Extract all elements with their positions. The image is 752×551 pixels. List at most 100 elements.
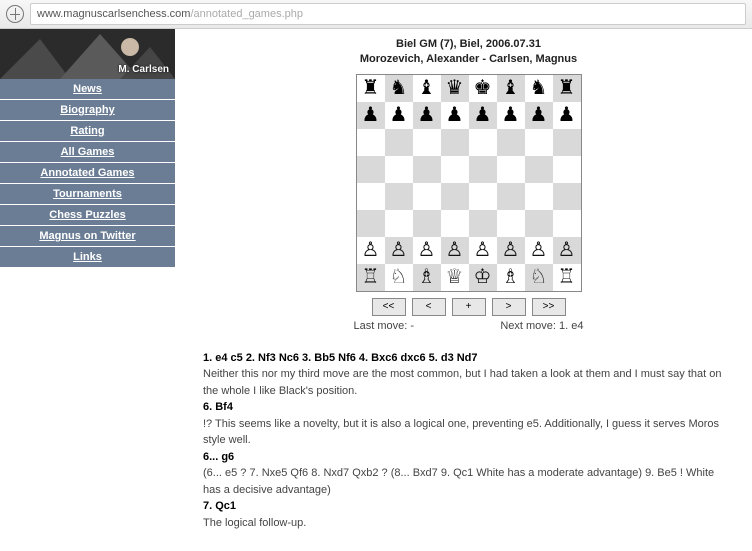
square-c4[interactable]	[413, 183, 441, 210]
square-g8[interactable]: ♞	[525, 74, 553, 102]
flip-board-button[interactable]: +	[452, 298, 486, 316]
square-h3[interactable]	[553, 210, 582, 237]
piece: ♙	[502, 239, 520, 261]
chess-board: ♜♞♝♛♚♝♞♜♟♟♟♟♟♟♟♟♙♙♙♙♙♙♙♙♖♘♗♕♔♗♘♖	[356, 74, 582, 292]
header-banner: M. Carlsen	[0, 29, 175, 79]
square-a8[interactable]: ♜	[356, 74, 385, 102]
square-f8[interactable]: ♝	[497, 74, 525, 102]
piece: ♙	[390, 239, 408, 261]
nav-item-annotated-games[interactable]: Annotated Games	[0, 163, 175, 184]
square-f3[interactable]	[497, 210, 525, 237]
next-move-button[interactable]: >	[492, 298, 526, 316]
piece: ♘	[530, 266, 548, 288]
square-e7[interactable]: ♟	[469, 102, 497, 129]
square-c7[interactable]: ♟	[413, 102, 441, 129]
square-d7[interactable]: ♟	[441, 102, 469, 129]
nav-item-tournaments[interactable]: Tournaments	[0, 184, 175, 205]
square-g5[interactable]	[525, 156, 553, 183]
square-f1[interactable]: ♗	[497, 264, 525, 292]
square-g7[interactable]: ♟	[525, 102, 553, 129]
square-a1[interactable]: ♖	[356, 264, 385, 292]
square-h5[interactable]	[553, 156, 582, 183]
url-host: www.magnuscarlsenchess.com	[37, 8, 190, 20]
square-e1[interactable]: ♔	[469, 264, 497, 292]
square-b7[interactable]: ♟	[385, 102, 413, 129]
square-h1[interactable]: ♖	[553, 264, 582, 292]
square-b5[interactable]	[385, 156, 413, 183]
nav-item-rating[interactable]: Rating	[0, 121, 175, 142]
square-d1[interactable]: ♕	[441, 264, 469, 292]
square-e3[interactable]	[469, 210, 497, 237]
square-d8[interactable]: ♛	[441, 74, 469, 102]
square-g6[interactable]	[525, 129, 553, 156]
square-c2[interactable]: ♙	[413, 237, 441, 264]
square-h8[interactable]: ♜	[553, 74, 582, 102]
square-e4[interactable]	[469, 183, 497, 210]
nav-item-news[interactable]: News	[0, 79, 175, 100]
comment-4: The logical follow-up.	[203, 515, 734, 532]
square-b6[interactable]	[385, 129, 413, 156]
square-a5[interactable]	[356, 156, 385, 183]
square-g3[interactable]	[525, 210, 553, 237]
square-a4[interactable]	[356, 183, 385, 210]
square-e2[interactable]: ♙	[469, 237, 497, 264]
square-h6[interactable]	[553, 129, 582, 156]
square-b4[interactable]	[385, 183, 413, 210]
nav-item-biography[interactable]: Biography	[0, 100, 175, 121]
first-move-button[interactable]: <<	[372, 298, 406, 316]
square-a6[interactable]	[356, 129, 385, 156]
piece: ♜	[558, 77, 576, 99]
nav-item-chess-puzzles[interactable]: Chess Puzzles	[0, 205, 175, 226]
square-h4[interactable]	[553, 183, 582, 210]
square-c5[interactable]	[413, 156, 441, 183]
square-h7[interactable]: ♟	[553, 102, 582, 129]
square-g4[interactable]	[525, 183, 553, 210]
next-move: Next move: 1. e4	[500, 320, 583, 332]
url-path: /annotated_games.php	[190, 8, 303, 20]
square-b8[interactable]: ♞	[385, 74, 413, 102]
square-e8[interactable]: ♚	[469, 74, 497, 102]
square-c1[interactable]: ♗	[413, 264, 441, 292]
square-e6[interactable]	[469, 129, 497, 156]
square-d6[interactable]	[441, 129, 469, 156]
square-c6[interactable]	[413, 129, 441, 156]
square-c8[interactable]: ♝	[413, 74, 441, 102]
square-d2[interactable]: ♙	[441, 237, 469, 264]
piece: ♙	[446, 239, 464, 261]
square-a3[interactable]	[356, 210, 385, 237]
game-header: Biel GM (7), Biel, 2006.07.31 Morozevich…	[203, 37, 734, 68]
square-c3[interactable]	[413, 210, 441, 237]
square-f7[interactable]: ♟	[497, 102, 525, 129]
nav-item-links[interactable]: Links	[0, 247, 175, 268]
board-controls: << < + > >>	[372, 298, 566, 316]
square-f5[interactable]	[497, 156, 525, 183]
square-g2[interactable]: ♙	[525, 237, 553, 264]
nav-item-all-games[interactable]: All Games	[0, 142, 175, 163]
square-b2[interactable]: ♙	[385, 237, 413, 264]
square-e5[interactable]	[469, 156, 497, 183]
url-field[interactable]: www.magnuscarlsenchess.com/annotated_gam…	[30, 3, 746, 25]
square-b1[interactable]: ♘	[385, 264, 413, 292]
square-a7[interactable]: ♟	[356, 102, 385, 129]
nav-item-magnus-on-twitter[interactable]: Magnus on Twitter	[0, 226, 175, 247]
square-b3[interactable]	[385, 210, 413, 237]
move-seq-1[interactable]: 1. e4 c5 2. Nf3 Nc6 3. Bb5 Nf6 4. Bxc6 d…	[203, 352, 478, 364]
square-f6[interactable]	[497, 129, 525, 156]
square-f2[interactable]: ♙	[497, 237, 525, 264]
piece: ♟	[502, 104, 520, 126]
square-h2[interactable]: ♙	[553, 237, 582, 264]
piece: ♖	[558, 266, 576, 288]
square-d5[interactable]	[441, 156, 469, 183]
square-f4[interactable]	[497, 183, 525, 210]
move-seq-3[interactable]: 6... g6	[203, 451, 234, 463]
piece: ♝	[502, 77, 520, 99]
square-g1[interactable]: ♘	[525, 264, 553, 292]
square-a2[interactable]: ♙	[356, 237, 385, 264]
last-move-button[interactable]: >>	[532, 298, 566, 316]
move-seq-4[interactable]: 7. Qc1	[203, 500, 236, 512]
prev-move-button[interactable]: <	[412, 298, 446, 316]
square-d4[interactable]	[441, 183, 469, 210]
move-seq-2[interactable]: 6. Bf4	[203, 401, 233, 413]
banner-name: M. Carlsen	[118, 64, 169, 75]
square-d3[interactable]	[441, 210, 469, 237]
